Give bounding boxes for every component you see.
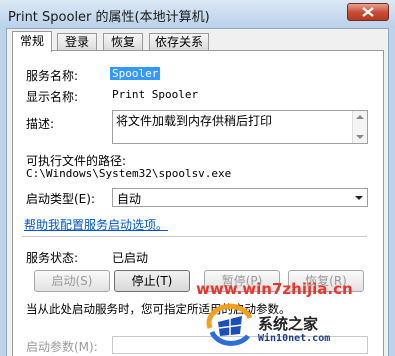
service-name-value[interactable]: Spooler <box>110 67 161 80</box>
close-icon <box>362 7 374 17</box>
description-value: 将文件加载到内存供稍后打印 <box>116 114 273 128</box>
startup-type-value: 自动 <box>117 192 142 206</box>
tab-logon[interactable]: 登录 <box>57 33 97 50</box>
tab-label: 常规 <box>19 34 44 48</box>
scroll-up-icon[interactable] <box>356 115 364 119</box>
exe-path-value: C:\Windows\System32\spoolsv.exe <box>26 167 232 180</box>
description-scrollbar[interactable] <box>352 111 367 143</box>
tab-general[interactable]: 常规 <box>12 31 52 52</box>
chevron-down-icon <box>355 196 363 200</box>
description-label: 描述: <box>26 117 55 131</box>
description-textbox[interactable]: 将文件加载到内存供稍后打印 <box>112 110 368 144</box>
tab-recovery[interactable]: 恢复 <box>103 33 143 50</box>
tab-label: 恢复 <box>110 35 135 49</box>
startup-type-label: 启动类型(E): <box>26 192 95 206</box>
config-help-link[interactable]: 帮助我配置服务启动选项。 <box>24 216 168 233</box>
service-name-label: 服务名称: <box>26 69 79 83</box>
service-status-value: 已启动 <box>112 251 149 265</box>
divider <box>22 236 367 237</box>
scroll-down-icon[interactable] <box>356 135 364 139</box>
start-params-label: 启动参数(M): <box>26 340 98 354</box>
watermark-url: www.win7zhijia.cn <box>196 280 353 298</box>
title-bar: Print Spooler 的属性(本地计算机) <box>0 0 395 28</box>
display-name-label: 显示名称: <box>26 90 79 104</box>
watermark-brand: 系统之家 <box>258 315 319 333</box>
startup-type-select[interactable]: 自动 <box>112 188 368 207</box>
tab-label: 登录 <box>64 35 89 49</box>
tab-dependencies[interactable]: 依存关系 <box>149 33 209 50</box>
window-title: Print Spooler 的属性(本地计算机) <box>8 10 210 25</box>
close-button[interactable] <box>347 3 389 21</box>
display-name-value[interactable]: Print Spooler <box>112 88 198 101</box>
start-button[interactable]: 启动(S) <box>34 270 110 292</box>
watermark-site: Win10net.com <box>258 333 331 344</box>
service-status-label: 服务状态: <box>26 251 79 265</box>
tab-label: 依存关系 <box>154 35 203 49</box>
watermark-logo-icon <box>206 303 253 346</box>
stop-button[interactable]: 停止(T) <box>114 270 190 292</box>
